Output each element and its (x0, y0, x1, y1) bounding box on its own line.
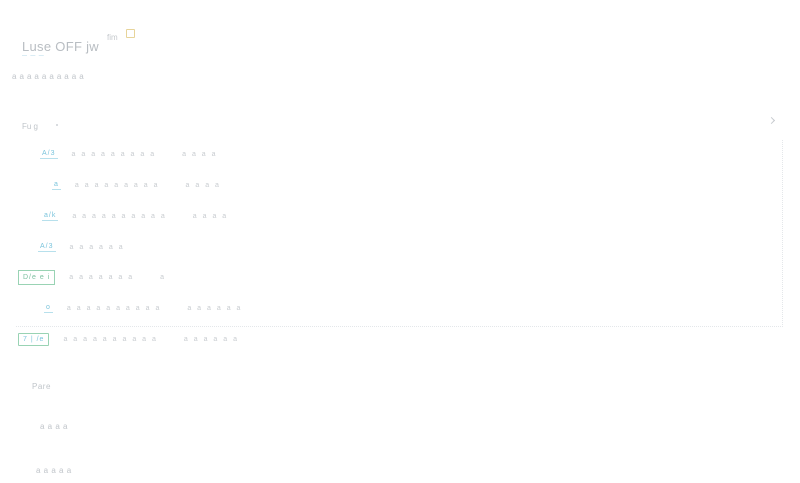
row-text: a a a a a a a a a (71, 150, 157, 158)
row-tag-link[interactable]: a/k (42, 211, 59, 221)
list-item[interactable]: 7 | /e a a a a a a a a a a a a a a a a (18, 331, 239, 347)
list-item[interactable]: A/3 a a a a a a (38, 239, 151, 255)
row-text: a a a a a a a a a a (63, 335, 158, 343)
footer-item-2[interactable]: a a a a (40, 422, 68, 431)
page-subtitle: a a a a a a a a a a (12, 72, 85, 81)
chevron-down-icon[interactable] (767, 116, 776, 125)
row-extra: a a a a (182, 150, 218, 158)
list-item[interactable]: A/3 a a a a a a a a a a a a a (40, 146, 218, 162)
row-tag-boxed[interactable]: 7 | /e (18, 332, 50, 346)
dropdown-dot-icon (56, 123, 59, 126)
list-item[interactable]: a a a a a a a a a a a a a a (52, 177, 221, 193)
row-text: a a a a a a a a a a (66, 304, 162, 312)
row-tag-link[interactable]: A/3 (38, 242, 56, 252)
badge-icon (125, 29, 135, 38)
row-tag-link[interactable]: a (52, 180, 61, 190)
dropdown-label: Fu g (22, 122, 39, 131)
page-title: Luse OFF jw (22, 39, 99, 54)
footer-item-3[interactable]: a a a a a (36, 466, 72, 475)
list-item[interactable]: a/k a a a a a a a a a a a a a a (42, 208, 228, 224)
filter-dropdown[interactable]: Fu g (22, 116, 784, 131)
row-extra: a a a a a a (187, 304, 243, 312)
row-text: a a a a a a (69, 243, 125, 251)
row-text: a a a a a a a a a (74, 181, 160, 189)
row-extra: a a a a (185, 181, 221, 189)
row-tag-link[interactable]: A/3 (40, 149, 58, 159)
title-suffix: fim (106, 33, 118, 42)
row-text: a a a a a a a (69, 273, 135, 281)
page-header: Luse OFF jw fim (22, 29, 135, 54)
list-item[interactable]: o a a a a a a a a a a a a a a a a (44, 300, 242, 316)
row-extra: a (160, 273, 167, 281)
row-extra: a a a a a a (183, 335, 239, 343)
list-item[interactable]: D/e e i a a a a a a a a (18, 269, 166, 285)
results-panel: A/3 a a a a a a a a a a a a a a a a a a … (16, 140, 783, 327)
title-sub: — — — (22, 53, 45, 59)
row-tag-link[interactable]: o (44, 303, 53, 313)
footer-item-1[interactable]: Pare (32, 382, 51, 391)
row-extra: a a a a (192, 212, 229, 220)
row-text: a a a a a a a a a a (72, 212, 167, 220)
row-tag-boxed[interactable]: D/e e i (18, 269, 56, 285)
